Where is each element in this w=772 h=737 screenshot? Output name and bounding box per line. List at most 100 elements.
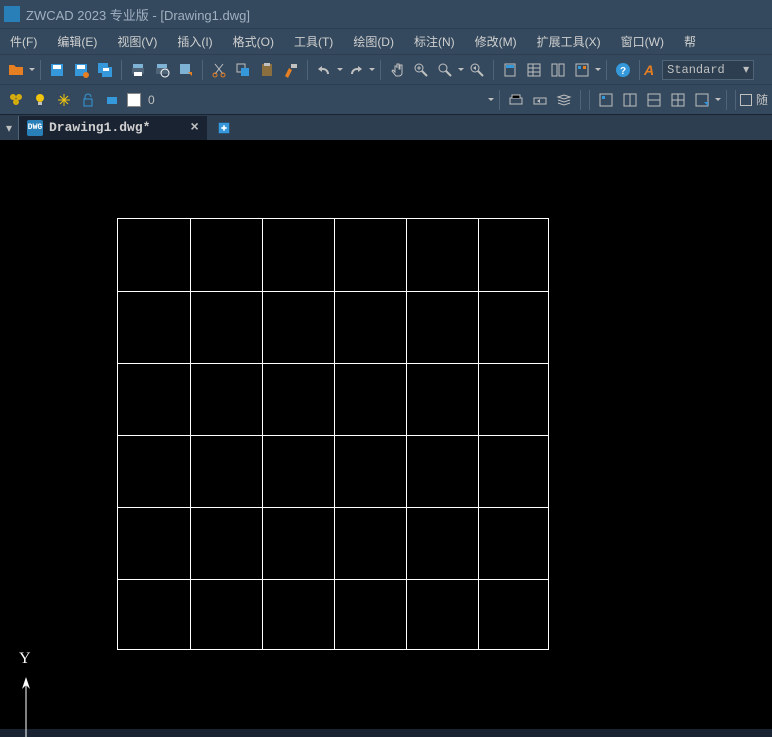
new-tab-button[interactable] — [211, 116, 237, 140]
grid-line — [118, 363, 548, 364]
zoom-previous-icon[interactable] — [466, 59, 488, 81]
zoom-realtime-icon[interactable] — [410, 59, 432, 81]
text-style-dropdown[interactable]: Standard ▾ — [662, 60, 754, 80]
palette-dropdown[interactable] — [594, 59, 602, 81]
layer-manager-icon[interactable] — [553, 89, 575, 111]
drawing-grid — [117, 218, 549, 650]
separator — [121, 60, 122, 80]
toolbar-main: ? A Standard ▾ — [0, 54, 772, 84]
open-dropdown[interactable] — [28, 59, 36, 81]
tab-prev-icon[interactable]: ▾ — [0, 115, 18, 141]
redo-dropdown[interactable] — [368, 59, 376, 81]
separator — [589, 90, 590, 110]
separator — [735, 90, 736, 110]
help-icon[interactable]: ? — [612, 59, 634, 81]
match-prop-icon[interactable] — [280, 59, 302, 81]
menu-bar: 件(F) 编辑(E) 视图(V) 插入(I) 格式(O) 工具(T) 绘图(D)… — [0, 28, 772, 54]
drawing-canvas[interactable]: Y — [0, 140, 772, 729]
undo-icon[interactable] — [313, 59, 335, 81]
separator — [202, 60, 203, 80]
save-icon[interactable] — [46, 59, 68, 81]
viewport-clip-icon[interactable] — [667, 89, 689, 111]
viewport-scale-dropdown[interactable] — [714, 89, 722, 111]
grid-line — [478, 219, 479, 649]
copy-icon[interactable] — [232, 59, 254, 81]
menu-edit[interactable]: 编辑(E) — [47, 29, 107, 54]
open-icon[interactable] — [5, 59, 27, 81]
grid-line — [262, 219, 263, 649]
tab-filename: Drawing1.dwg* — [49, 120, 150, 135]
text-style-icon: A — [644, 62, 654, 78]
separator — [40, 60, 41, 80]
layer-name: 0 — [148, 93, 155, 107]
tool-palette-icon[interactable] — [571, 59, 593, 81]
viewport-object-icon[interactable] — [643, 89, 665, 111]
saveas-icon[interactable] — [70, 59, 92, 81]
publish-icon[interactable] — [175, 59, 197, 81]
menu-insert[interactable]: 插入(I) — [167, 29, 222, 54]
menu-file[interactable]: 件(F) — [0, 29, 47, 54]
menu-draw[interactable]: 绘图(D) — [343, 29, 404, 54]
grid-line — [406, 219, 407, 649]
cut-icon[interactable] — [208, 59, 230, 81]
paste-icon[interactable] — [256, 59, 278, 81]
color-swatch[interactable] — [740, 94, 752, 106]
pan-icon[interactable] — [386, 59, 408, 81]
calculator-icon[interactable] — [499, 59, 521, 81]
zoom-dropdown[interactable] — [457, 59, 465, 81]
menu-window[interactable]: 窗口(W) — [611, 29, 674, 54]
separator — [639, 60, 640, 80]
separator — [499, 90, 500, 110]
menu-view[interactable]: 视图(V) — [107, 29, 167, 54]
separator — [606, 60, 607, 80]
document-tab-bar: ▾ DWG Drawing1.dwg* × — [0, 114, 772, 140]
lock-icon[interactable] — [77, 89, 99, 111]
menu-express[interactable]: 扩展工具(X) — [527, 29, 611, 54]
layer-filter-icon[interactable] — [5, 89, 27, 111]
svg-text:?: ? — [620, 66, 626, 77]
y-axis-arrow-icon — [21, 677, 41, 737]
separator — [726, 90, 727, 110]
menu-tools[interactable]: 工具(T) — [284, 29, 343, 54]
menu-modify[interactable]: 修改(M) — [465, 29, 527, 54]
undo-dropdown[interactable] — [336, 59, 344, 81]
grid-line — [118, 435, 548, 436]
layer-dropdown[interactable] — [487, 89, 495, 111]
layer-prev-icon[interactable] — [529, 89, 551, 111]
grid-line — [118, 291, 548, 292]
redo-icon[interactable] — [345, 59, 367, 81]
separator — [580, 90, 581, 110]
design-center-icon[interactable] — [547, 59, 569, 81]
menu-dimension[interactable]: 标注(N) — [404, 29, 465, 54]
grid-line — [334, 219, 335, 649]
separator — [493, 60, 494, 80]
zoom-window-icon[interactable] — [434, 59, 456, 81]
y-axis-label: Y — [19, 650, 31, 668]
menu-help[interactable]: 帮 — [674, 29, 706, 54]
saveall-icon[interactable] — [94, 59, 116, 81]
freeze-icon[interactable] — [53, 89, 75, 111]
viewport-single-icon[interactable] — [595, 89, 617, 111]
layer-color-swatch[interactable] — [127, 93, 141, 107]
random-label: 随 — [756, 91, 768, 108]
toolbar-layer: 0 随 — [0, 84, 772, 114]
print-icon[interactable] — [127, 59, 149, 81]
document-tab[interactable]: DWG Drawing1.dwg* × — [18, 116, 207, 140]
separator — [380, 60, 381, 80]
menu-format[interactable]: 格式(O) — [223, 29, 284, 54]
text-style-name: Standard — [667, 63, 725, 77]
layer-state-icon[interactable] — [505, 89, 527, 111]
bulb-icon[interactable] — [29, 89, 51, 111]
close-tab-icon[interactable]: × — [190, 120, 198, 136]
grid-line — [118, 507, 548, 508]
plot-icon[interactable] — [101, 89, 123, 111]
app-logo-icon — [4, 6, 20, 22]
separator — [307, 60, 308, 80]
viewport-poly-icon[interactable] — [619, 89, 641, 111]
properties-icon[interactable] — [523, 59, 545, 81]
viewport-scale-icon[interactable] — [691, 89, 713, 111]
print-preview-icon[interactable] — [151, 59, 173, 81]
title-bar: ZWCAD 2023 专业版 - [Drawing1.dwg] — [0, 0, 772, 28]
window-title: ZWCAD 2023 专业版 - [Drawing1.dwg] — [26, 5, 250, 24]
grid-line — [118, 579, 548, 580]
